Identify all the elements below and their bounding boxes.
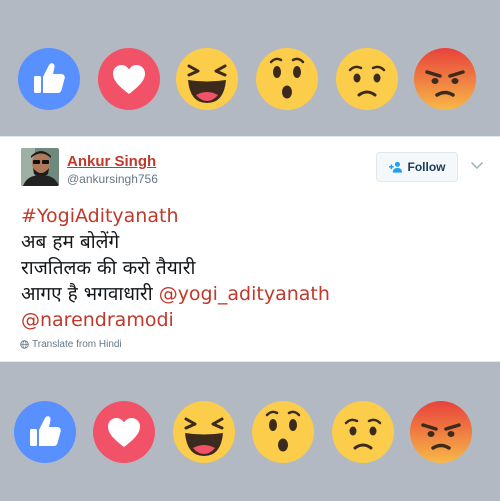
tweet-text: #YogiAdityanath अब हम बोलेंगे राजतिलक की… (21, 203, 481, 333)
follow-label: Follow (407, 160, 446, 174)
angry-reaction[interactable] (414, 48, 476, 110)
heart-icon (98, 48, 160, 110)
sad-reaction[interactable] (332, 401, 394, 463)
translate-link[interactable]: Translate from Hindi (20, 339, 122, 350)
wow-reaction[interactable] (256, 48, 318, 110)
like-reaction[interactable] (18, 48, 80, 110)
thumbs-up-icon (14, 401, 76, 463)
angry-reaction[interactable] (410, 401, 472, 463)
sad-reaction[interactable] (336, 48, 398, 110)
chevron-down-icon (471, 162, 483, 169)
thumbs-up-icon (18, 48, 80, 110)
tweet-line: आगए है भगवाधारी (21, 283, 153, 305)
translate-label: Translate from Hindi (32, 339, 122, 350)
author-name[interactable]: Ankur Singh (67, 153, 156, 170)
angry-face-icon (410, 401, 472, 463)
angry-face-icon (414, 48, 476, 110)
reaction-bar-top (0, 0, 500, 136)
profile-photo-icon (21, 148, 59, 186)
add-user-icon (388, 161, 402, 173)
like-reaction[interactable] (14, 401, 76, 463)
sad-face-icon (336, 48, 398, 110)
surprised-face-icon (256, 48, 318, 110)
hashtag-link[interactable]: #YogiAdityanath (21, 203, 481, 229)
reaction-bar-bottom (0, 365, 500, 501)
laughing-face-icon (176, 48, 238, 110)
mention-link[interactable]: @yogi_adityanath (159, 283, 330, 305)
mention-link[interactable]: @narendramodi (21, 307, 481, 333)
more-options-button[interactable] (470, 158, 484, 172)
sad-face-icon (332, 401, 394, 463)
tweet-line: अब हम बोलेंगे (21, 231, 120, 253)
wow-reaction[interactable] (252, 401, 314, 463)
globe-icon (20, 340, 29, 349)
author-handle[interactable]: @ankursingh756 (67, 172, 158, 186)
haha-reaction[interactable] (176, 48, 238, 110)
follow-button[interactable]: Follow (376, 152, 458, 182)
love-reaction[interactable] (98, 48, 160, 110)
love-reaction[interactable] (93, 401, 155, 463)
haha-reaction[interactable] (173, 401, 235, 463)
tweet-card: Ankur Singh @ankursingh756 Follow #YogiA… (0, 136, 500, 362)
avatar[interactable] (21, 148, 59, 186)
surprised-face-icon (252, 401, 314, 463)
tweet-line: राजतिलक की करो तैयारी (21, 257, 196, 279)
laughing-face-icon (173, 401, 235, 463)
heart-icon (93, 401, 155, 463)
